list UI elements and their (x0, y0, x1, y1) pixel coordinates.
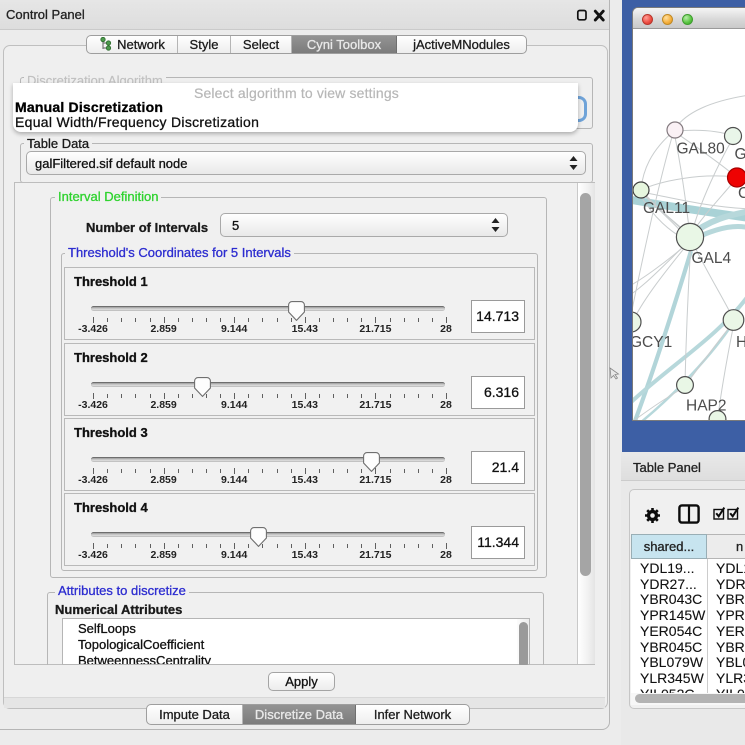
svg-text:GAL4: GAL4 (692, 250, 732, 267)
svg-text:H: H (736, 334, 745, 351)
svg-text:GCY1: GCY1 (633, 334, 672, 351)
svg-text:GAL11: GAL11 (643, 200, 690, 217)
svg-text:HAP2: HAP2 (686, 398, 727, 415)
svg-text:G.: G. (735, 146, 745, 163)
svg-text:GAL80: GAL80 (677, 141, 726, 158)
svg-text:C: C (738, 185, 745, 202)
